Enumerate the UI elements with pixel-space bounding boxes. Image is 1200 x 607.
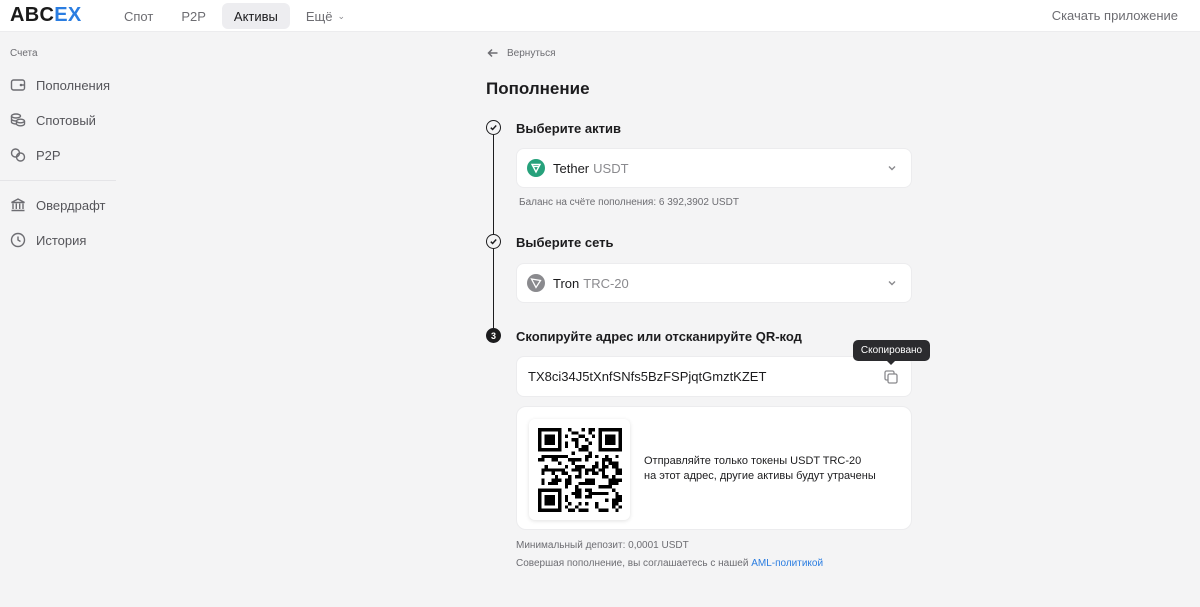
step-3-label: Скопируйте адрес или отсканируйте QR-код bbox=[516, 329, 802, 344]
p2p-icon bbox=[10, 148, 26, 162]
main-nav: Спот P2P Активы Ещё ⌄ bbox=[112, 3, 357, 29]
aml-agreement: Совершая пополнение, вы соглашаетесь с н… bbox=[516, 558, 824, 569]
step-1-check-icon bbox=[486, 120, 501, 135]
sidebar-section-title: Счета bbox=[10, 48, 38, 59]
sidebar-item-history[interactable]: История bbox=[10, 229, 86, 251]
nav-item-p2p[interactable]: P2P bbox=[169, 3, 218, 29]
stepper-line bbox=[493, 135, 494, 329]
network-select[interactable]: Tron TRC-20 bbox=[516, 263, 912, 303]
network-ticker: TRC-20 bbox=[583, 275, 629, 291]
qr-card: Отправляйте только токены USDT TRC-20 на… bbox=[516, 406, 912, 530]
back-link[interactable]: Вернуться bbox=[487, 47, 556, 59]
sidebar-divider bbox=[0, 180, 116, 181]
aml-policy-link[interactable]: AML-политикой bbox=[751, 558, 823, 569]
step-2-check-icon bbox=[486, 234, 501, 249]
page-title: Пополнение bbox=[486, 79, 590, 98]
qr-code bbox=[529, 419, 630, 520]
copied-tooltip: Скопировано bbox=[853, 340, 930, 365]
sidebar-item-p2p[interactable]: P2P bbox=[10, 144, 61, 166]
clock-icon bbox=[10, 232, 26, 248]
network-name: Tron bbox=[553, 275, 580, 291]
chevron-down-icon: ⌄ bbox=[337, 10, 346, 21]
deposit-address-field[interactable]: TX8ci34J5tXnfSNfs5BzFSPjqtGmztKZET bbox=[516, 356, 912, 397]
asset-name: Tether bbox=[553, 160, 590, 176]
nav-item-spot[interactable]: Спот bbox=[112, 3, 165, 29]
chevron-down-icon bbox=[888, 281, 896, 286]
top-navigation-bar: ABCEX Спот P2P Активы Ещё ⌄ Скачать прило… bbox=[0, 0, 1200, 32]
asset-select[interactable]: Tether USDT bbox=[516, 148, 912, 188]
deposit-address: TX8ci34J5tXnfSNfs5BzFSPjqtGmztKZET bbox=[528, 369, 767, 384]
sidebar-item-deposits[interactable]: Пополнения bbox=[10, 74, 110, 96]
step-3-number: 3 bbox=[486, 328, 501, 343]
balance-hint: Баланс на счёте пополнения: 6 392,3902 U… bbox=[519, 197, 739, 208]
wallet-icon bbox=[10, 79, 26, 91]
min-deposit: Минимальный депозит: 0,0001 USDT bbox=[516, 540, 689, 551]
abcex-logo[interactable]: ABCEX bbox=[10, 5, 82, 25]
sidebar-item-spot[interactable]: Спотовый bbox=[10, 109, 96, 131]
arrow-left-icon bbox=[487, 48, 498, 58]
asset-ticker: USDT bbox=[593, 160, 629, 176]
download-app-link[interactable]: Скачать приложение bbox=[1052, 8, 1178, 23]
copy-icon[interactable] bbox=[883, 369, 899, 385]
bank-icon bbox=[11, 198, 25, 212]
coins-icon bbox=[10, 113, 26, 127]
sidebar-item-overdraft[interactable]: Овердрафт bbox=[10, 194, 105, 216]
step-1-label: Выберите актив bbox=[516, 121, 621, 136]
step-2-label: Выберите сеть bbox=[516, 235, 614, 250]
nav-item-assets[interactable]: Активы bbox=[221, 3, 290, 29]
sidebar: Счета Пополнения Спотовый P2P Овердрафт … bbox=[0, 33, 116, 607]
nav-item-more[interactable]: Ещё ⌄ bbox=[294, 3, 357, 29]
qr-warning: Отправляйте только токены USDT TRC-20 на… bbox=[644, 455, 876, 482]
qr-code-image bbox=[537, 427, 622, 512]
tron-icon bbox=[527, 274, 545, 292]
chevron-down-icon bbox=[888, 166, 896, 171]
tether-icon bbox=[527, 159, 545, 177]
